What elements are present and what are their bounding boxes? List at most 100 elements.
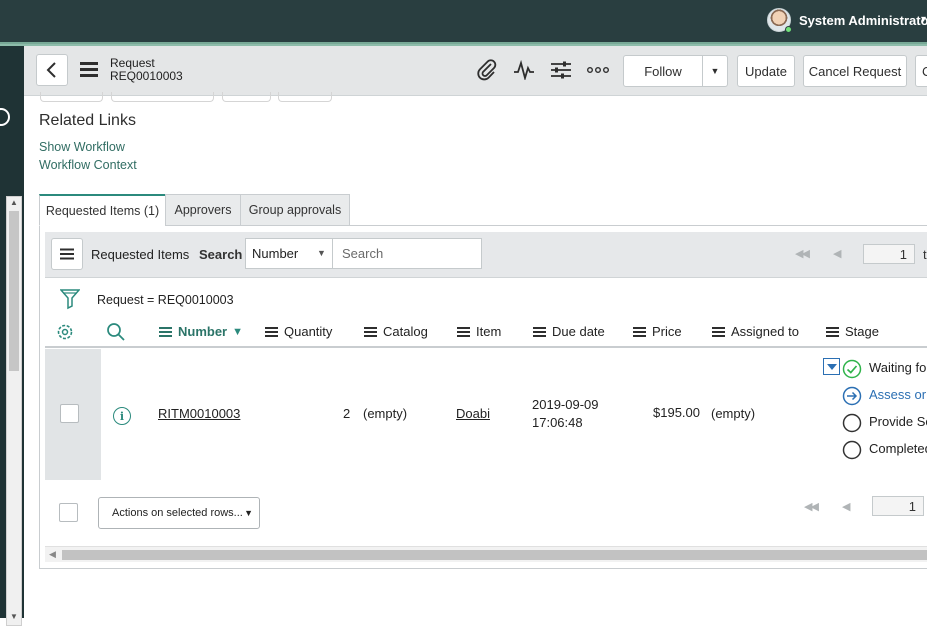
search-field-select[interactable]: Number ▼ bbox=[245, 238, 333, 269]
field-remnant bbox=[40, 92, 103, 102]
tab-approvers[interactable]: Approvers bbox=[165, 194, 241, 226]
search-input[interactable] bbox=[332, 238, 482, 269]
column-menu-icon[interactable] bbox=[826, 326, 839, 337]
cell-item-link[interactable]: Doabi bbox=[456, 406, 490, 421]
user-menu-name[interactable]: System Administrator bbox=[799, 13, 927, 28]
cell-number-link[interactable]: RITM0010003 bbox=[158, 406, 240, 421]
page-number-input[interactable]: 1 bbox=[872, 496, 924, 516]
page-number-input[interactable]: 1 bbox=[863, 244, 915, 264]
cell-assigned-to: (empty) bbox=[711, 406, 756, 421]
column-menu-icon[interactable] bbox=[533, 326, 546, 337]
personalize-form-button[interactable] bbox=[549, 59, 573, 81]
follow-button[interactable]: Follow bbox=[623, 55, 703, 87]
first-page-icon[interactable]: ◀◀ bbox=[804, 500, 819, 513]
list-context-menu-button[interactable] bbox=[51, 238, 83, 270]
column-menu-icon[interactable] bbox=[633, 326, 646, 337]
actions-select-label: Actions on selected rows... bbox=[112, 507, 243, 519]
info-icon[interactable]: i bbox=[113, 407, 131, 425]
horizontal-scrollbar[interactable]: ◀ bbox=[45, 546, 927, 562]
stage-label: Completed bbox=[869, 441, 927, 456]
scroll-up-icon[interactable]: ▲ bbox=[10, 198, 18, 207]
field-remnant bbox=[222, 92, 271, 102]
user-menu-caret-icon[interactable]: ▾ bbox=[921, 14, 926, 25]
more-options-icon bbox=[587, 67, 609, 73]
column-menu-icon[interactable] bbox=[265, 326, 278, 337]
sort-descending-icon[interactable]: ▼ bbox=[232, 326, 243, 338]
back-arrow-icon bbox=[46, 62, 56, 78]
column-header-stage[interactable]: Stage bbox=[826, 324, 879, 339]
actions-on-selected-rows-select[interactable]: Actions on selected rows... ▼ bbox=[98, 497, 260, 529]
stage-current-arrow-icon bbox=[842, 386, 862, 406]
field-remnant bbox=[278, 92, 332, 102]
search-field-value: Number bbox=[252, 246, 299, 261]
stage-expand-toggle-icon[interactable] bbox=[823, 358, 840, 375]
stage-pending-circle-icon bbox=[842, 413, 862, 433]
column-label: Number bbox=[178, 324, 228, 339]
cell-price: $195.00 bbox=[653, 405, 700, 420]
attachment-button[interactable] bbox=[475, 59, 499, 81]
hamburger-menu-icon[interactable] bbox=[80, 62, 98, 77]
presence-online-icon bbox=[785, 26, 792, 33]
column-header-item[interactable]: Item bbox=[457, 324, 501, 339]
overflow-action-button[interactable]: C bbox=[915, 55, 927, 87]
filter-icon[interactable] bbox=[60, 288, 80, 310]
search-icon[interactable] bbox=[106, 322, 126, 342]
row-checkbox[interactable] bbox=[60, 404, 79, 423]
page-total-label: t bbox=[923, 247, 927, 262]
hamburger-menu-icon bbox=[60, 248, 74, 260]
activity-pulse-icon bbox=[514, 60, 534, 80]
follow-dropdown-caret-icon[interactable]: ▼ bbox=[703, 55, 728, 87]
update-button[interactable]: Update bbox=[737, 55, 795, 87]
stage-label: Provide Se bbox=[869, 414, 927, 429]
column-header-quantity[interactable]: Quantity bbox=[265, 324, 332, 339]
show-workflow-link[interactable]: Show Workflow bbox=[39, 140, 125, 154]
breadcrumb[interactable]: Request = REQ0010003 bbox=[97, 293, 234, 307]
list-header-row: Number ▼ Quantity Catalog Item Due date … bbox=[45, 318, 927, 348]
column-menu-icon[interactable] bbox=[159, 326, 172, 337]
cell-quantity: 2 bbox=[343, 406, 351, 421]
table-row[interactable]: i RITM0010003 2 (empty) Doabi 2019-09-09… bbox=[45, 349, 927, 480]
column-header-assigned-to[interactable]: Assigned to bbox=[712, 324, 799, 339]
stage-label-current[interactable]: Assess or S bbox=[869, 387, 927, 402]
navigator-scrollbar[interactable]: ▲ ▼ bbox=[6, 196, 22, 626]
cell-due-date: 2019-09-09 bbox=[532, 397, 599, 412]
cell-due-time: 17:06:48 bbox=[532, 415, 583, 430]
column-label: Quantity bbox=[284, 324, 333, 339]
more-options-button[interactable] bbox=[586, 59, 610, 81]
scroll-down-icon[interactable]: ▼ bbox=[10, 612, 18, 621]
column-header-price[interactable]: Price bbox=[633, 324, 682, 339]
stage-label: Waiting for bbox=[869, 360, 927, 375]
column-menu-icon[interactable] bbox=[364, 326, 377, 337]
activity-stream-button[interactable] bbox=[512, 59, 536, 81]
paperclip-icon bbox=[477, 59, 497, 81]
navigator-scroll-thumb[interactable] bbox=[9, 211, 19, 371]
column-header-due-date[interactable]: Due date bbox=[533, 324, 605, 339]
navigator-collapse-icon[interactable] bbox=[0, 108, 10, 126]
workflow-context-link[interactable]: Workflow Context bbox=[39, 158, 137, 172]
scroll-left-icon[interactable]: ◀ bbox=[49, 549, 56, 560]
column-label: Catalog bbox=[383, 324, 428, 339]
column-menu-icon[interactable] bbox=[712, 326, 725, 337]
horizontal-scroll-thumb[interactable] bbox=[62, 550, 927, 560]
gear-icon[interactable] bbox=[55, 322, 75, 342]
column-label: Price bbox=[652, 324, 682, 339]
related-links-heading: Related Links bbox=[39, 112, 136, 129]
select-all-checkbox[interactable] bbox=[59, 503, 78, 522]
chevron-down-icon: ▼ bbox=[317, 248, 326, 258]
cell-catalog: (empty) bbox=[363, 406, 408, 421]
column-header-number[interactable]: Number ▼ bbox=[159, 324, 243, 339]
back-button[interactable] bbox=[36, 54, 68, 86]
column-header-catalog[interactable]: Catalog bbox=[364, 324, 428, 339]
stage-complete-check-icon bbox=[842, 359, 862, 379]
field-remnant bbox=[111, 92, 214, 102]
application-navigator: ▲ ▼ bbox=[0, 46, 24, 626]
stage-pending-circle-icon bbox=[842, 440, 862, 460]
column-menu-icon[interactable] bbox=[457, 326, 470, 337]
previous-page-icon[interactable]: ◀ bbox=[842, 500, 851, 513]
cancel-request-button[interactable]: Cancel Request bbox=[803, 55, 907, 87]
tab-group-approvals[interactable]: Group approvals bbox=[240, 194, 350, 226]
first-page-icon[interactable]: ◀◀ bbox=[795, 247, 810, 260]
record-type: Request bbox=[110, 56, 155, 70]
previous-page-icon[interactable]: ◀ bbox=[833, 247, 842, 260]
tab-requested-items[interactable]: Requested Items (1) bbox=[39, 194, 166, 226]
